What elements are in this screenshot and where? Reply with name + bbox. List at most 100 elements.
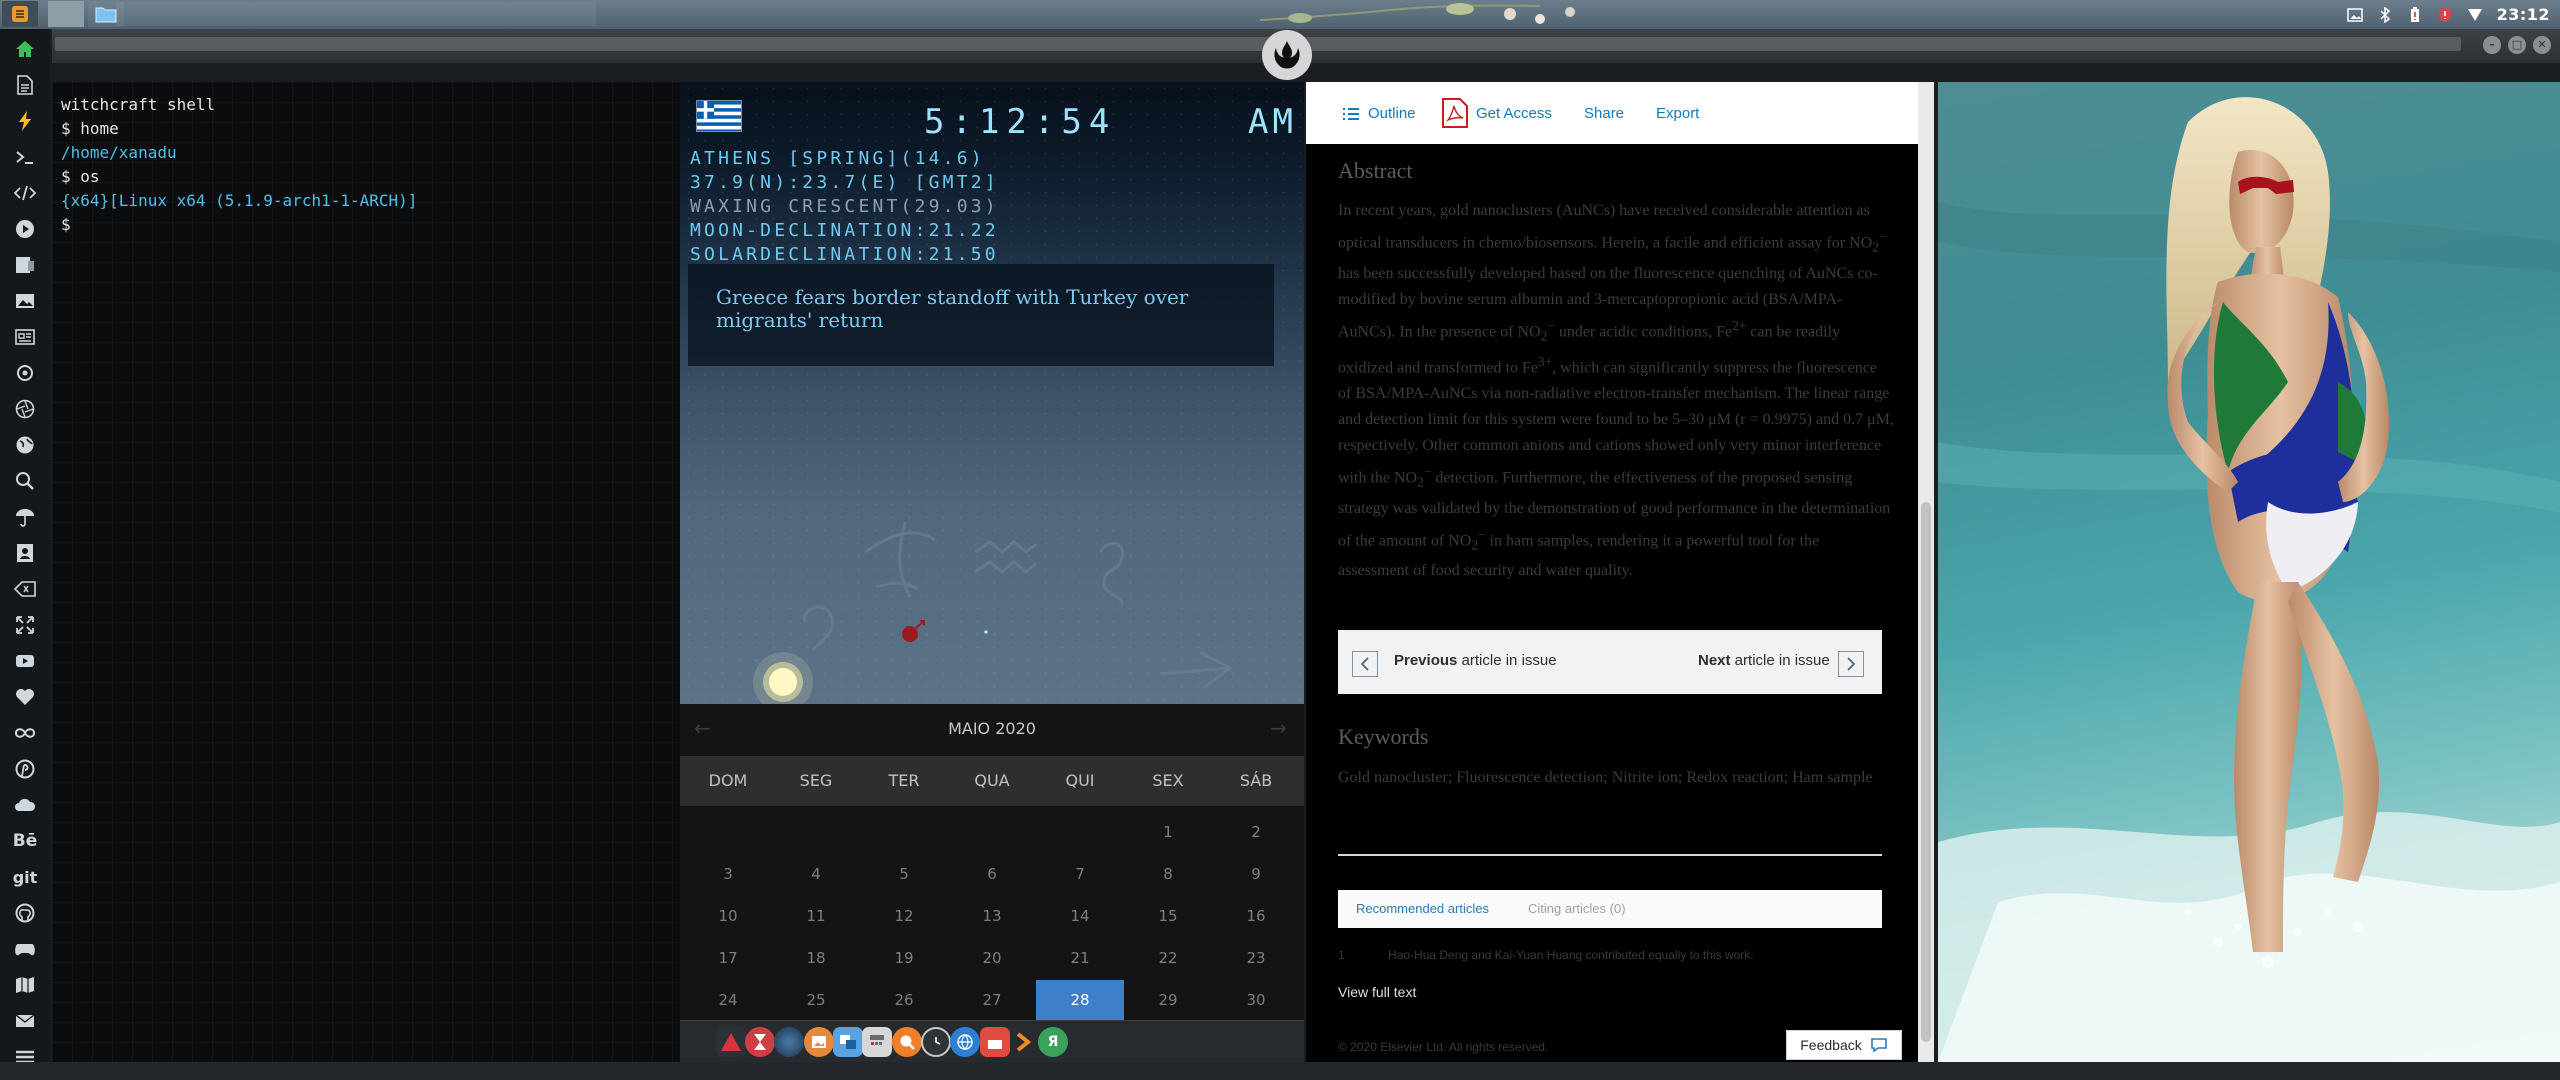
task-strip[interactable] [116, 2, 596, 26]
hourglass-app-icon[interactable] [745, 1027, 775, 1057]
close-button[interactable]: ✕ [2533, 36, 2551, 54]
calendar-day[interactable]: 24 [684, 980, 772, 1020]
calendar-day[interactable]: 26 [860, 980, 948, 1020]
scrollbar-thumb[interactable] [1921, 502, 1931, 1042]
battery-alert-icon[interactable] [2407, 6, 2423, 23]
contact-icon[interactable] [12, 540, 38, 566]
calendar-day[interactable]: 15 [1124, 896, 1212, 936]
calendar-day[interactable]: 7 [1036, 854, 1124, 894]
calendar-day[interactable]: 10 [684, 896, 772, 936]
bolt-icon[interactable] [12, 108, 38, 134]
clock-app-icon[interactable] [921, 1027, 951, 1057]
chevron-app-icon[interactable] [1009, 1027, 1039, 1057]
calendar-day[interactable]: 2 [1212, 812, 1300, 852]
export-button[interactable]: Export [1656, 105, 1699, 122]
app-menu-button[interactable] [2, 1, 38, 27]
home-icon[interactable] [12, 36, 38, 62]
yandex-app-icon[interactable]: Я [1038, 1027, 1068, 1057]
expand-icon[interactable] [12, 612, 38, 638]
github-icon[interactable] [12, 900, 38, 926]
maximize-button[interactable]: □ [2508, 36, 2526, 54]
calendar-day[interactable]: 19 [860, 938, 948, 978]
pinterest-icon[interactable] [12, 756, 38, 782]
behance-text[interactable]: Bē [12, 828, 38, 854]
arrow-app-icon[interactable] [716, 1027, 746, 1057]
file-icon[interactable] [12, 72, 38, 98]
image-viewer-icon[interactable] [2346, 7, 2363, 23]
feedback-button[interactable]: Feedback [1786, 1030, 1902, 1060]
youtube-icon[interactable] [12, 648, 38, 674]
keywords-list[interactable]: Gold nanocluster; Fluorescence detection… [1338, 765, 1894, 791]
calendar-app-icon[interactable] [980, 1027, 1010, 1057]
search-app-icon[interactable] [892, 1027, 922, 1057]
settings-icon[interactable] [12, 360, 38, 386]
terminal-panel[interactable]: witchcraft shell $ home /home/xanadu $ o… [52, 82, 680, 1062]
next-article-link[interactable]: Next article in issue [1698, 652, 1830, 669]
calendar-day[interactable]: 17 [684, 938, 772, 978]
outline-button[interactable]: Outline [1342, 105, 1416, 122]
image-icon[interactable] [12, 288, 38, 314]
terminal-prompt[interactable]: $ [61, 213, 671, 237]
calendar-day[interactable]: 20 [948, 938, 1036, 978]
translate-app-icon[interactable] [833, 1027, 863, 1057]
workspace-button[interactable] [48, 1, 84, 27]
play-icon[interactable] [12, 216, 38, 242]
heart-icon[interactable] [12, 684, 38, 710]
news-icon[interactable] [12, 324, 38, 350]
prev-month-button[interactable]: ← [694, 716, 711, 740]
calendar-day[interactable]: 14 [1036, 896, 1124, 936]
article-scrollbar[interactable] [1918, 82, 1934, 1062]
mail-icon[interactable] [12, 1008, 38, 1034]
tab-citing-articles[interactable]: Citing articles (0) [1528, 890, 1626, 928]
lastfm-icon[interactable] [12, 720, 38, 746]
cloud-icon[interactable] [12, 792, 38, 818]
calendar-day[interactable]: 4 [772, 854, 860, 894]
umbrella-icon[interactable] [12, 504, 38, 530]
tag-icon[interactable] [12, 576, 38, 602]
calendar-day[interactable]: 30 [1212, 980, 1300, 1020]
calendar-day[interactable]: 11 [772, 896, 860, 936]
browser-app-icon[interactable] [950, 1027, 980, 1057]
calendar-day-selected[interactable]: 28 [1036, 980, 1124, 1020]
previous-article-button[interactable] [1352, 651, 1378, 677]
bluetooth-icon[interactable] [2377, 6, 2393, 23]
aperture-icon[interactable] [12, 396, 38, 422]
clock[interactable]: 23:12 [2497, 5, 2550, 24]
calendar-day[interactable]: 22 [1124, 938, 1212, 978]
gamepad-icon[interactable] [12, 936, 38, 962]
minimize-button[interactable]: – [2483, 36, 2501, 54]
calculator-app-icon[interactable] [862, 1027, 892, 1057]
globe-icon[interactable] [12, 432, 38, 458]
calendar-day[interactable]: 6 [948, 854, 1036, 894]
media-icon[interactable] [12, 252, 38, 278]
network-icon[interactable] [2467, 7, 2483, 23]
calendar-day[interactable]: 12 [860, 896, 948, 936]
calendar-day[interactable]: 5 [860, 854, 948, 894]
previous-article-link[interactable]: Previous article in issue [1394, 652, 1557, 669]
calendar-day[interactable]: 23 [1212, 938, 1300, 978]
calendar-day[interactable]: 9 [1212, 854, 1300, 894]
next-article-button[interactable] [1838, 651, 1864, 677]
calendar-day[interactable]: 1 [1124, 812, 1212, 852]
tab-recommended-articles[interactable]: Recommended articles [1356, 890, 1489, 928]
calendar-day[interactable]: 25 [772, 980, 860, 1020]
terminal-icon[interactable] [12, 144, 38, 170]
next-month-button[interactable]: → [1270, 716, 1287, 740]
calendar-day[interactable]: 8 [1124, 854, 1212, 894]
calendar-day[interactable]: 13 [948, 896, 1036, 936]
earth-app-icon[interactable] [774, 1027, 804, 1057]
get-access-button[interactable]: Get Access [1442, 98, 1552, 128]
search-icon[interactable] [12, 468, 38, 494]
calendar-day[interactable]: 18 [772, 938, 860, 978]
calendar-day[interactable]: 27 [948, 980, 1036, 1020]
security-shield-icon[interactable] [2437, 7, 2453, 23]
code-icon[interactable] [12, 180, 38, 206]
calendar-day[interactable]: 29 [1124, 980, 1212, 1020]
share-button[interactable]: Share [1584, 105, 1624, 122]
calendar-day[interactable]: 3 [684, 854, 772, 894]
view-full-text-link[interactable]: View full text [1338, 984, 1416, 1000]
calendar-day[interactable]: 21 [1036, 938, 1124, 978]
map-icon[interactable] [12, 972, 38, 998]
photos-app-icon[interactable] [804, 1027, 834, 1057]
git-text[interactable]: git [12, 864, 38, 890]
